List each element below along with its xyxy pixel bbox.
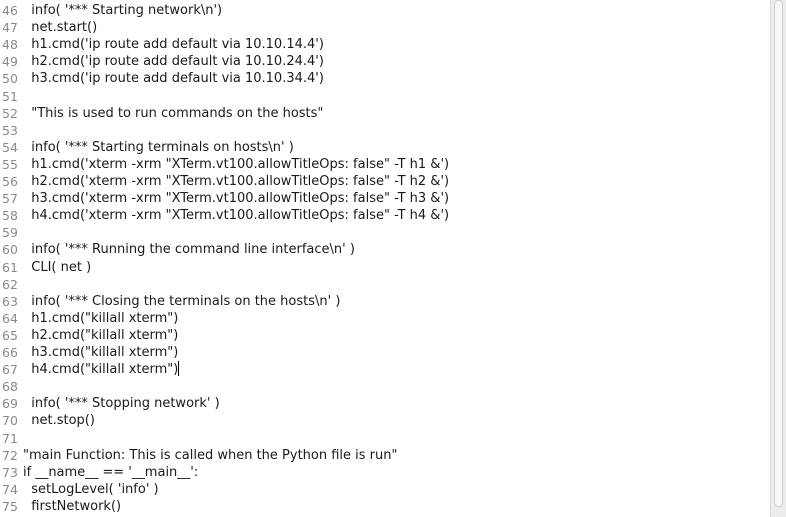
code-text[interactable]: h2.cmd('xterm -xrm "XTerm.vt100.allowTit…	[23, 173, 449, 190]
line-number: 47	[2, 20, 18, 36]
line-number: 68	[2, 379, 18, 395]
line-number: 60	[2, 242, 18, 258]
line-number: 65	[2, 327, 18, 343]
code-text[interactable]: h1.cmd('ip route add default via 10.10.1…	[23, 36, 324, 53]
line-number: 69	[2, 396, 18, 412]
code-text[interactable]: h4.cmd('xterm -xrm "XTerm.vt100.allowTit…	[23, 207, 449, 224]
code-text[interactable]: h2.cmd("killall xterm")	[23, 327, 178, 344]
line-number: 57	[2, 191, 18, 207]
line-number: 61	[2, 259, 18, 275]
line-number: 63	[2, 293, 18, 309]
line-number: 52	[2, 105, 18, 121]
line-number: 67	[2, 362, 18, 378]
line-number: 66	[2, 345, 18, 360]
code-text[interactable]: info( '*** Closing the terminals on the …	[23, 293, 340, 310]
code-text[interactable]: net.stop()	[23, 412, 95, 429]
code-text[interactable]: setLogLevel( 'info' )	[23, 481, 158, 498]
line-number: 70	[2, 413, 18, 429]
code-text[interactable]: CLI( net )	[23, 259, 91, 276]
code-editor[interactable]: 46 info( '*** Starting network\n') 47 net…	[0, 0, 770, 517]
code-text[interactable]: info( '*** Running the command line inte…	[23, 241, 355, 258]
code-text[interactable]: net.start()	[23, 19, 97, 36]
line-number: 72	[2, 447, 18, 463]
code-text[interactable]: h3.cmd('ip route add default via 10.10.3…	[23, 70, 324, 87]
line-number: 62	[2, 276, 18, 292]
code-text[interactable]: h1.cmd('xterm -xrm "XTerm.vt100.allowTit…	[23, 156, 449, 173]
line-number: 53	[2, 122, 18, 138]
line-number: 74	[2, 481, 18, 497]
vertical-scrollbar[interactable]	[770, 0, 786, 517]
line-number: 73	[2, 464, 18, 480]
code-text[interactable]: info( '*** Starting network\n')	[23, 2, 222, 19]
line-number: 46	[2, 3, 18, 18]
code-text[interactable]: h3.cmd('xterm -xrm "XTerm.vt100.allowTit…	[23, 190, 449, 207]
line-number: 59	[2, 225, 18, 241]
line-number: 48	[2, 37, 18, 53]
code-text[interactable]: h1.cmd("killall xterm")	[23, 310, 178, 327]
code-text[interactable]: "This is used to run commands on the hos…	[23, 105, 323, 122]
code-text[interactable]: firstNetwork()	[23, 498, 121, 515]
line-number: 50	[2, 71, 18, 87]
code-text[interactable]: h3.cmd("killall xterm")	[23, 344, 178, 361]
line-number: 54	[2, 139, 18, 155]
scrollbar-thumb[interactable]	[774, 0, 783, 507]
code-text[interactable]: info( '*** Starting terminals on hosts\n…	[23, 139, 294, 156]
line-number: 55	[2, 156, 18, 172]
line-number: 71	[2, 430, 18, 446]
line-number: 51	[2, 88, 18, 104]
code-text[interactable]: h4.cmd("killall xterm")	[23, 361, 180, 378]
line-number: 75	[2, 498, 18, 514]
text-cursor	[178, 361, 180, 377]
line-number: 49	[2, 54, 18, 70]
code-text[interactable]: "main Function: This is called when the …	[23, 447, 398, 464]
code-text[interactable]: info( '*** Stopping network' )	[23, 395, 219, 412]
line-number: 56	[2, 174, 18, 189]
code-text[interactable]: if __name__ == '__main__':	[23, 464, 198, 481]
line-number: 64	[2, 310, 18, 326]
code-text[interactable]: h2.cmd('ip route add default via 10.10.2…	[23, 53, 324, 70]
line-number: 58	[2, 208, 18, 224]
